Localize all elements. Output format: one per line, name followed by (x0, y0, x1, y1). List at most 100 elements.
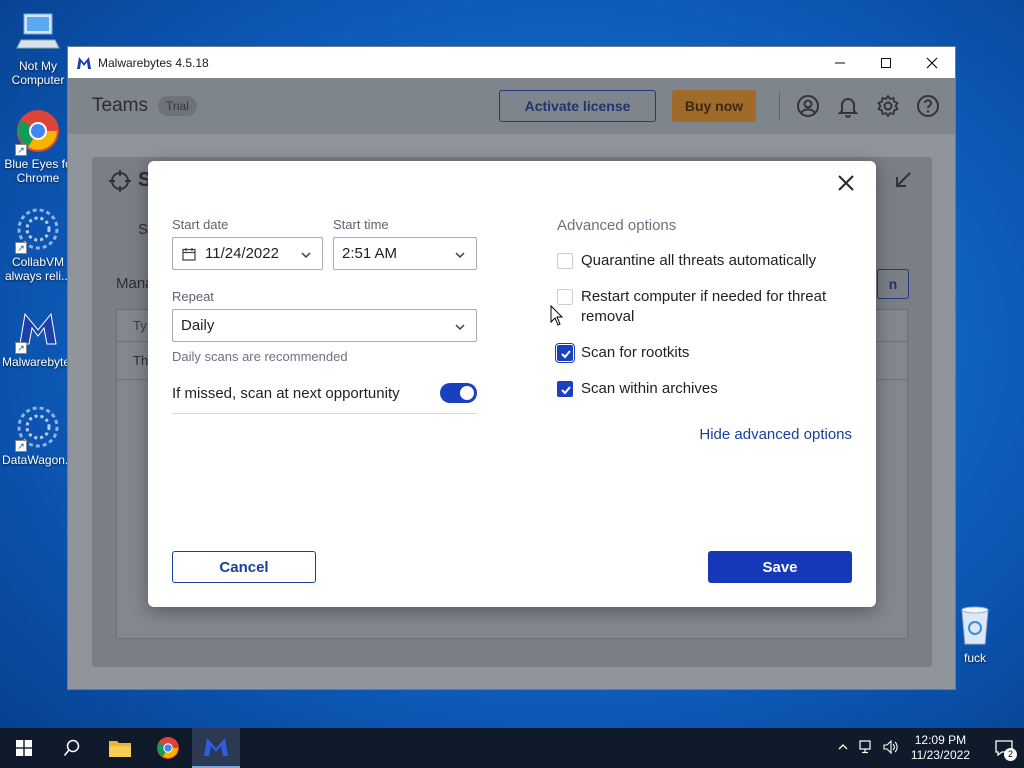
desktop-icon-label: Not My Computer (11, 59, 65, 87)
option-label: Quarantine all threats automatically (581, 252, 817, 269)
datawagon-icon: ↗ (15, 404, 61, 452)
chrome-icon: ↗ (15, 108, 61, 156)
maximize-button[interactable] (863, 47, 909, 78)
start-time-select[interactable]: 2:51 AM (333, 237, 477, 270)
title-bar[interactable]: Malwarebytes 4.5.18 (68, 47, 955, 78)
toggle-knob (460, 386, 474, 400)
option-label: Scan within archives (581, 380, 718, 397)
maximize-icon (881, 57, 891, 68)
plan-name: Teams (92, 95, 148, 116)
save-button[interactable]: Save (708, 551, 852, 583)
chevron-up-icon[interactable] (831, 741, 855, 756)
desktop-icon-not-my-computer[interactable]: Not My Computer (2, 10, 74, 87)
start-date-value: 11/24/2022 (205, 245, 279, 262)
taskbar-file-explorer[interactable] (96, 728, 144, 768)
archives-checkbox[interactable] (557, 381, 573, 397)
option-restart[interactable]: Restart computer if needed for threat re… (557, 287, 857, 327)
hide-advanced-options-link[interactable]: Hide advanced options (699, 426, 852, 443)
close-icon (926, 57, 938, 68)
close-dialog-button[interactable] (836, 173, 856, 193)
malwarebytes-logo-icon (76, 56, 92, 70)
panel-add-button[interactable]: n (877, 269, 909, 299)
close-window-button[interactable] (909, 47, 955, 78)
panel-tab: S (138, 221, 149, 238)
trial-badge: Trial (157, 96, 197, 116)
option-label: Scan for rootkits (581, 344, 690, 361)
network-icon[interactable] (855, 739, 879, 757)
account-icon[interactable] (796, 94, 820, 118)
desktop-icon-malwarebytes[interactable]: ↗ Malwarebytes (2, 306, 77, 369)
checkmark-icon (561, 386, 571, 395)
checkmark-icon (561, 350, 571, 359)
repeat-value: Daily (181, 317, 215, 334)
option-rootkits[interactable]: Scan for rootkits (555, 343, 690, 363)
clock[interactable]: 12:09 PM 11/23/2022 (911, 733, 970, 763)
chrome-icon (157, 737, 179, 759)
start-button[interactable] (0, 728, 48, 768)
start-time-value: 2:51 AM (342, 245, 398, 262)
missed-scan-toggle[interactable] (440, 383, 477, 403)
option-archives[interactable]: Scan within archives (557, 379, 718, 399)
desktop-icon-collabvm[interactable]: ↗ CollabVM always reli... (2, 206, 74, 283)
chevron-down-icon (300, 248, 312, 260)
schedule-scan-dialog: Start date 11/24/2022 Start time 2:51 AM… (148, 161, 876, 607)
shortcut-arrow-icon: ↗ (15, 342, 27, 354)
app-header: Teams Trial Activate license Buy now (68, 78, 955, 134)
header-divider (779, 92, 780, 120)
windows-logo-icon (16, 740, 32, 756)
taskbar-chrome[interactable] (144, 728, 192, 768)
recycle-bin-icon (952, 602, 998, 648)
rootkits-checkbox[interactable] (555, 343, 575, 363)
folder-icon (109, 741, 131, 757)
start-date-picker[interactable]: 11/24/2022 (172, 237, 323, 270)
malwarebytes-icon: ↗ (15, 306, 61, 354)
desktop-icon-label: CollabVM always reli... (4, 255, 72, 283)
mouse-cursor-icon (550, 304, 564, 327)
chevron-down-icon (454, 320, 466, 332)
missed-scan-label: If missed, scan at next opportunity (172, 385, 400, 402)
shortcut-arrow-icon: ↗ (15, 242, 27, 254)
taskbar: 12:09 PM 11/23/2022 2 (0, 728, 1024, 768)
desktop-icon-label: Malwarebytes (2, 355, 77, 369)
action-center-button[interactable]: 2 (984, 728, 1024, 768)
clock-time: 12:09 PM (914, 733, 967, 747)
advanced-options-title: Advanced options (557, 217, 677, 234)
help-icon[interactable] (916, 94, 940, 118)
calendar-icon (182, 247, 196, 261)
quarantine-checkbox[interactable] (557, 253, 573, 269)
option-quarantine[interactable]: Quarantine all threats automatically (557, 251, 816, 271)
restart-checkbox[interactable] (557, 289, 573, 305)
start-time-label: Start time (333, 217, 389, 232)
taskbar-malwarebytes[interactable] (192, 728, 240, 768)
notification-count-badge: 2 (1004, 748, 1017, 761)
activate-license-button[interactable]: Activate license (499, 90, 656, 122)
shortcut-arrow-icon: ↗ (15, 144, 27, 156)
buy-now-button[interactable]: Buy now (672, 90, 756, 122)
collapse-arrow-icon[interactable] (894, 171, 912, 189)
repeat-select[interactable]: Daily (172, 309, 477, 342)
desktop-icon-label: Blue Eyes fo Chrome (4, 157, 72, 185)
cancel-button[interactable]: Cancel (172, 551, 316, 583)
search-icon (63, 739, 80, 756)
desktop-icon-datawagon[interactable]: ↗ DataWagon... (2, 404, 75, 467)
start-date-label: Start date (172, 217, 229, 232)
system-tray: 12:09 PM 11/23/2022 2 (831, 728, 1024, 768)
shortcut-arrow-icon: ↗ (15, 440, 27, 452)
minimize-button[interactable] (817, 47, 863, 78)
desktop-icon-label: DataWagon... (2, 453, 75, 467)
clock-date: 11/23/2022 (910, 748, 970, 762)
bell-icon[interactable] (836, 94, 860, 118)
computer-icon (15, 10, 61, 56)
option-label: Restart computer if needed for threat re… (581, 288, 827, 325)
volume-icon[interactable] (879, 739, 903, 757)
collabvm-icon: ↗ (15, 206, 61, 254)
search-button[interactable] (48, 728, 96, 768)
malwarebytes-icon (204, 738, 228, 756)
repeat-label: Repeat (172, 289, 214, 304)
repeat-hint: Daily scans are recommended (172, 349, 348, 364)
chevron-down-icon (454, 248, 466, 260)
desktop-icon-chrome[interactable]: ↗ Blue Eyes fo Chrome (2, 108, 74, 185)
gear-icon[interactable] (876, 94, 900, 118)
divider (172, 413, 477, 414)
minimize-icon (835, 62, 845, 63)
